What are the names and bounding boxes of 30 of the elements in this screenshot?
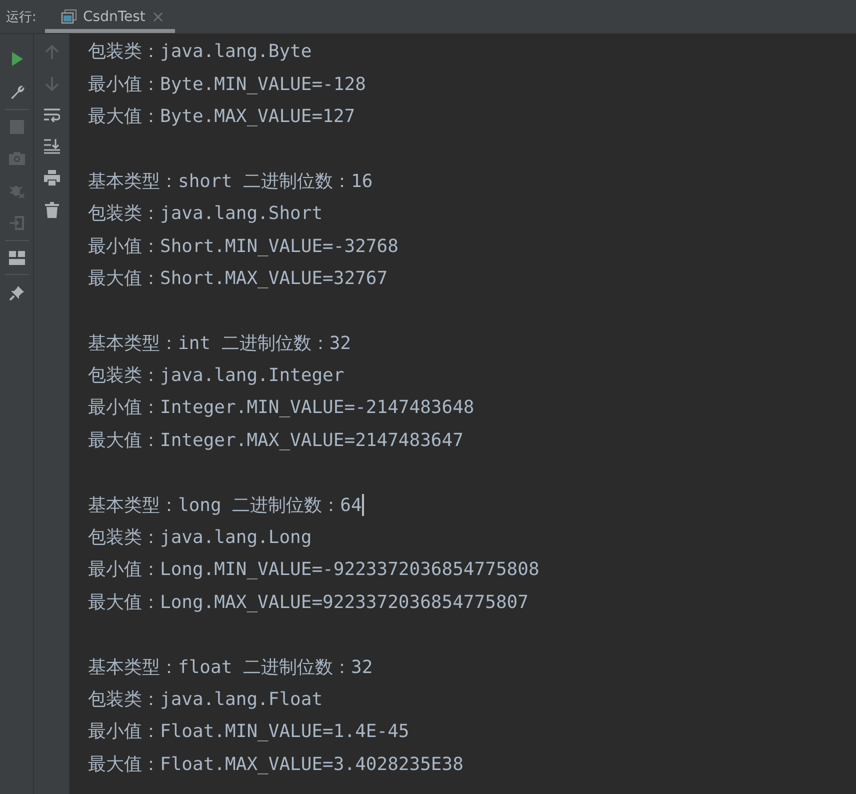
console-line: 最小值：Long.MIN_VALUE=-9223372036854775808	[88, 558, 540, 582]
console-line: 最小值：Short.MIN_VALUE=-32768	[88, 234, 398, 258]
console-line: 最大值：Byte.MAX_VALUE=127	[88, 104, 356, 128]
console-line: 包装类：java.lang.Float	[88, 688, 323, 711]
console-line: 最大值：Float.MAX_VALUE=3.4028235E38	[88, 752, 464, 776]
console-line: 包装类：java.lang.Integer	[88, 364, 344, 388]
scroll-to-end-icon[interactable]	[44, 138, 60, 154]
print-icon[interactable]	[44, 170, 60, 186]
run-label: 运行:	[5, 8, 38, 26]
console-line: 最大值：Integer.MAX_VALUE=2147483647	[88, 428, 464, 452]
console-line: 基本类型：int 二进制位数：32	[88, 332, 352, 355]
console-line: 包装类：java.lang.Long	[88, 526, 312, 550]
console-line: 包装类：java.lang.Byte	[88, 40, 312, 64]
console-line: 最小值：Byte.MIN_VALUE=-128	[88, 72, 366, 96]
console-line: 基本类型：short 二进制位数：16	[88, 170, 373, 193]
wrench-icon[interactable]	[8, 84, 24, 100]
text-cursor	[362, 494, 364, 516]
pin-icon[interactable]	[8, 285, 24, 301]
console-line: 最大值：Long.MAX_VALUE=9223372036854775807	[88, 590, 528, 614]
tab-label: CsdnTest	[83, 8, 146, 24]
trash-icon[interactable]	[44, 202, 58, 218]
console-line: 最小值：Integer.MIN_VALUE=-2147483648	[88, 396, 474, 420]
wrap-icon[interactable]	[44, 108, 60, 122]
console-line: 最小值：Float.MIN_VALUE=1.4E-45	[88, 720, 410, 744]
console-line: 包装类：java.lang.Short	[88, 202, 323, 226]
console-line: 最大值：Short.MAX_VALUE=32767	[88, 266, 388, 290]
layout-icon[interactable]	[8, 251, 24, 265]
console-icon	[61, 8, 77, 24]
console-line: 基本类型：float 二进制位数：32	[88, 656, 373, 679]
console-line: 基本类型：long 二进制位数：64	[88, 494, 362, 517]
